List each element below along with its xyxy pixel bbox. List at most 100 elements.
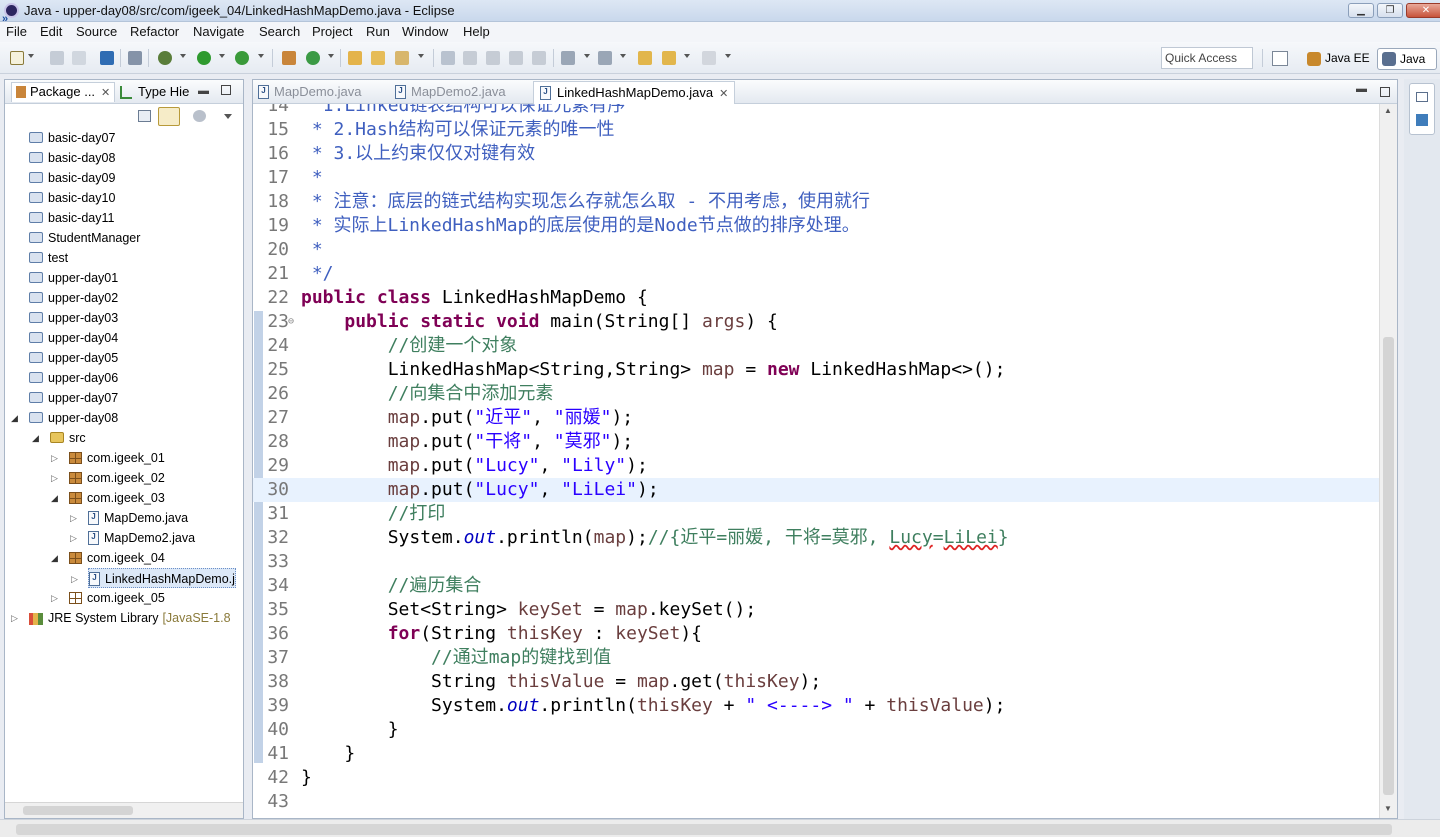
- minimize-view-icon[interactable]: ▬: [198, 85, 209, 97]
- expand-arrow-icon[interactable]: ▷: [71, 569, 78, 589]
- tree-item[interactable]: basic-day09: [29, 168, 115, 188]
- expand-arrow-icon[interactable]: ▷: [51, 448, 58, 468]
- dropdown-arrow-icon[interactable]: [219, 54, 225, 58]
- tree-item[interactable]: ▷ J MapDemo2.java: [70, 528, 195, 548]
- minimize-button[interactable]: ▁: [1348, 3, 1374, 18]
- quick-access-field[interactable]: Quick Access: [1161, 47, 1253, 69]
- view-menu-icon[interactable]: [224, 114, 232, 119]
- external-tools-icon[interactable]: [235, 51, 249, 65]
- console-icon[interactable]: [100, 51, 114, 65]
- tree-item[interactable]: upper-day03: [29, 308, 118, 328]
- editor-tab-linkedhashmapdemo-java[interactable]: J LinkedHashMapDemo.java ✕: [533, 81, 736, 104]
- tree-item[interactable]: ▷ J MapDemo.java: [70, 508, 188, 528]
- double-chevron-icon[interactable]: »: [2, 14, 8, 25]
- perspective-java-ee[interactable]: Java EE: [1303, 49, 1374, 69]
- maximize-view-icon[interactable]: [1380, 87, 1390, 97]
- tree-item[interactable]: upper-day04: [29, 328, 118, 348]
- menu-file[interactable]: File: [6, 24, 27, 39]
- tree-item[interactable]: test: [29, 248, 68, 268]
- save-all-icon[interactable]: [72, 51, 86, 65]
- menu-refactor[interactable]: Refactor: [130, 24, 179, 39]
- collapse-arrow-icon[interactable]: ◢: [11, 408, 18, 428]
- menu-source[interactable]: Source: [76, 24, 117, 39]
- new-icon[interactable]: [10, 51, 24, 65]
- tree-item[interactable]: basic-day11: [29, 208, 114, 228]
- maximize-view-icon[interactable]: [221, 85, 231, 95]
- close-button[interactable]: ✕: [1406, 3, 1440, 18]
- tree-item[interactable]: upper-day06: [29, 368, 118, 388]
- minimized-views-stack[interactable]: [1409, 83, 1435, 135]
- tab-type-hierarchy[interactable]: Type Hie: [118, 84, 189, 99]
- tree-item[interactable]: upper-day07: [29, 388, 118, 408]
- scroll-up-icon[interactable]: ▲: [1384, 106, 1392, 115]
- search-icon[interactable]: [395, 51, 409, 65]
- open-type-icon[interactable]: [348, 51, 362, 65]
- expand-arrow-icon[interactable]: ▷: [11, 608, 18, 628]
- tree-item[interactable]: basic-day08: [29, 148, 115, 168]
- collapse-arrow-icon[interactable]: ◢: [51, 548, 58, 568]
- dropdown-arrow-icon[interactable]: [584, 54, 590, 58]
- tree-item[interactable]: ◢ com.igeek_04: [51, 548, 165, 568]
- menu-help[interactable]: Help: [463, 24, 490, 39]
- back-icon[interactable]: [662, 51, 676, 65]
- toggle-word-wrap-icon[interactable]: [463, 51, 477, 65]
- tree-item[interactable]: ▷ JRE System Library [JavaSE-1.8: [11, 608, 231, 628]
- tree-item[interactable]: ◢ src: [32, 428, 86, 448]
- expand-arrow-icon[interactable]: ▷: [51, 468, 58, 488]
- show-whitespace-icon[interactable]: [509, 51, 523, 65]
- tree-item[interactable]: StudentManager: [29, 228, 140, 248]
- dropdown-arrow-icon[interactable]: [684, 54, 690, 58]
- dropdown-arrow-icon[interactable]: [620, 54, 626, 58]
- expand-arrow-icon[interactable]: ▷: [51, 588, 58, 608]
- new-java-package-icon[interactable]: [282, 51, 296, 65]
- expand-arrow-icon[interactable]: ▷: [70, 528, 77, 548]
- forward-icon[interactable]: [702, 51, 716, 65]
- open-perspective-icon[interactable]: [1272, 51, 1288, 66]
- expand-arrow-icon[interactable]: ▷: [70, 508, 77, 528]
- dropdown-arrow-icon[interactable]: [180, 54, 186, 58]
- scrollbar-thumb[interactable]: [16, 824, 1392, 835]
- menu-project[interactable]: Project: [312, 24, 352, 39]
- code-text-area[interactable]: 14 1.Linked链表结构可以保证元素有序 15 * 2.Hash结构可以保证…: [253, 104, 1379, 818]
- menu-navigate[interactable]: Navigate: [193, 24, 244, 39]
- vertical-scrollbar[interactable]: ▲ ▼: [1379, 104, 1397, 818]
- open-resource-icon[interactable]: [371, 51, 385, 65]
- window-horizontal-scrollbar[interactable]: [0, 819, 1440, 837]
- menu-window[interactable]: Window: [402, 24, 448, 39]
- focus-on-active-task-icon[interactable]: [193, 110, 206, 122]
- save-icon[interactable]: [50, 51, 64, 65]
- scrollbar-thumb[interactable]: [23, 806, 133, 815]
- tree-item[interactable]: ▷ com.igeek_05: [51, 588, 165, 608]
- skip-breakpoints-icon[interactable]: [128, 51, 142, 65]
- fold-toggle-icon[interactable]: ⊖: [288, 310, 294, 334]
- tree-item[interactable]: upper-day05: [29, 348, 118, 368]
- restore-view-icon[interactable]: [1416, 92, 1428, 102]
- tree-item[interactable]: ▷ J LinkedHashMapDemo.j: [71, 568, 236, 588]
- perspective-java[interactable]: Java: [1377, 48, 1437, 70]
- menu-search[interactable]: Search: [259, 24, 300, 39]
- tree-item[interactable]: upper-day02: [29, 288, 118, 308]
- tree-item[interactable]: ◢ upper-day08: [11, 408, 118, 428]
- maximize-button[interactable]: ❐: [1377, 3, 1403, 18]
- collapse-arrow-icon[interactable]: ◢: [32, 428, 39, 448]
- horizontal-scrollbar[interactable]: [5, 802, 243, 818]
- editor-tab-mapdemo-java[interactable]: J MapDemo.java: [257, 84, 361, 99]
- outline-view-icon[interactable]: [1416, 114, 1428, 126]
- tree-item[interactable]: ▷ com.igeek_02: [51, 468, 165, 488]
- debug-icon[interactable]: [158, 51, 172, 65]
- close-tab-icon[interactable]: ✕: [101, 87, 110, 99]
- scroll-down-icon[interactable]: ▼: [1384, 804, 1392, 813]
- editor-tab-mapdemo2-java[interactable]: J MapDemo2.java: [394, 84, 506, 99]
- tree-item[interactable]: basic-day07: [29, 128, 115, 148]
- dropdown-arrow-icon[interactable]: [258, 54, 264, 58]
- last-edit-location-icon[interactable]: [638, 51, 652, 65]
- tree-item[interactable]: basic-day10: [29, 188, 115, 208]
- toggle-block-selection-icon[interactable]: [486, 51, 500, 65]
- menu-edit[interactable]: Edit: [40, 24, 62, 39]
- tree-item[interactable]: ▷ com.igeek_01: [51, 448, 165, 468]
- run-icon[interactable]: [197, 51, 211, 65]
- close-tab-icon[interactable]: ✕: [719, 88, 728, 100]
- dropdown-arrow-icon[interactable]: [28, 54, 34, 58]
- dropdown-arrow-icon[interactable]: [328, 54, 334, 58]
- new-java-class-icon[interactable]: [306, 51, 320, 65]
